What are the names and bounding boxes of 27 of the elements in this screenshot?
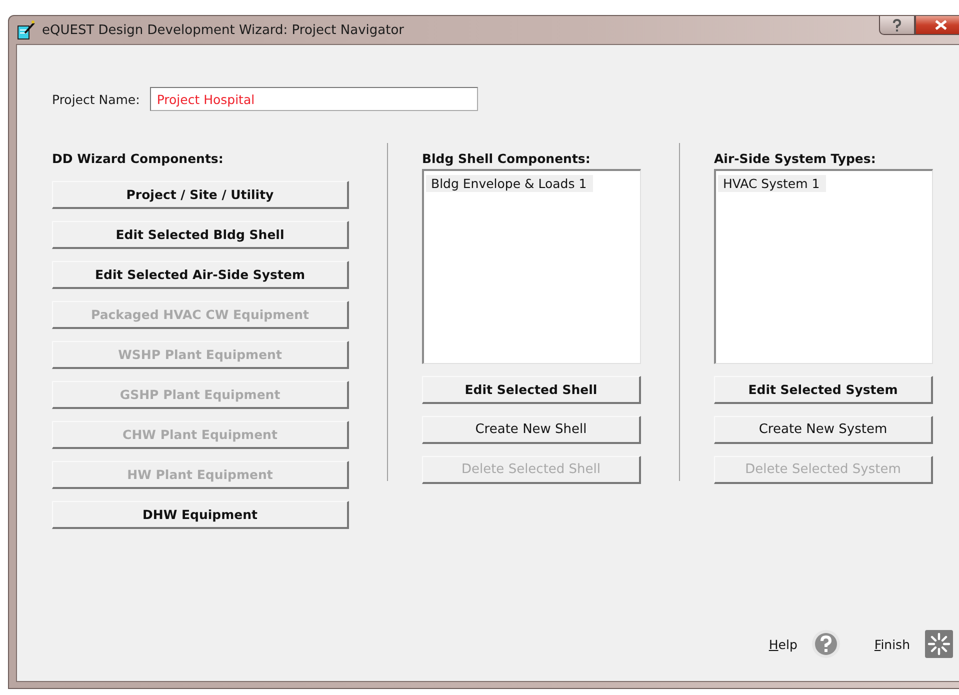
finish-icon[interactable] <box>924 629 954 659</box>
wizard-component-button[interactable]: DHW Equipment <box>52 501 349 529</box>
column-heading: DD Wizard Components: <box>52 151 224 168</box>
help-icon[interactable] <box>811 629 842 659</box>
project-name-field[interactable]: Project Hospital <box>150 87 478 111</box>
list-item[interactable]: Bldg Envelope & Loads 1 <box>426 175 593 192</box>
list-box[interactable]: HVAC System 1 <box>714 169 933 364</box>
column-heading: Bldg Shell Components: <box>422 151 592 168</box>
help-link[interactable]: Help <box>768 636 798 652</box>
question-mark-icon <box>892 18 902 32</box>
wizard-component-button[interactable]: Edit Selected Air-Side System <box>52 261 349 289</box>
list-item[interactable]: HVAC System 1 <box>718 175 826 192</box>
close-icon <box>935 20 947 30</box>
project-name-label: Project Name: <box>52 92 140 106</box>
help-button[interactable] <box>879 16 915 35</box>
wizard-component-button[interactable]: Project / Site / Utility <box>52 181 349 209</box>
finish-link[interactable]: Finish <box>874 636 910 652</box>
close-button[interactable] <box>915 16 959 35</box>
list-action-button[interactable]: Create New System <box>714 416 933 444</box>
list-box[interactable]: Bldg Envelope & Loads 1 <box>422 169 641 364</box>
wizard-component-button[interactable]: Edit Selected Bldg Shell <box>52 221 349 249</box>
list-action-button[interactable]: Edit Selected System <box>714 376 933 404</box>
list-action-button[interactable]: Create New Shell <box>422 416 641 444</box>
column-heading: Air-Side System Types: <box>714 151 877 168</box>
window-title: eQUEST Design Development Wizard: Project Navigator <box>42 22 404 38</box>
list-action-button[interactable]: Edit Selected Shell <box>422 376 641 404</box>
wizard-app-icon <box>16 20 36 40</box>
